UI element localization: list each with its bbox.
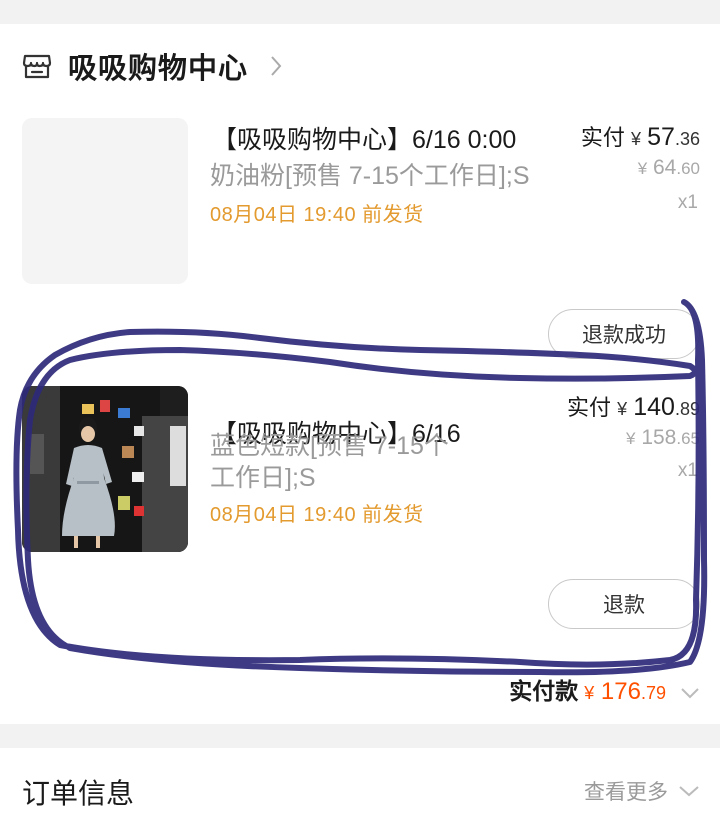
order-info-title: 订单信息 xyxy=(22,778,135,809)
ship-time: 08月04日 19:40 前发货 xyxy=(210,204,424,226)
currency-symbol: ¥ xyxy=(584,683,595,703)
shop-name: 吸吸购物中心 xyxy=(68,53,249,85)
original-price: ¥ 158.65 xyxy=(626,426,700,450)
paid-label: 实付 xyxy=(566,395,611,420)
product-image-placeholder[interactable] xyxy=(22,118,188,284)
paid-dec: .89 xyxy=(674,399,700,419)
order-card: 吸吸购物中心 【吸吸购物中心】6/16 0:00 奶油粉[预售 7-15个工作日… xyxy=(0,24,720,724)
paid-label: 实付 xyxy=(580,125,625,150)
product-photo xyxy=(22,386,188,552)
paid-price: 实付 ¥ 140.89 xyxy=(567,390,700,422)
order-info-bar: 订单信息 查看更多 xyxy=(0,748,720,818)
total-int: 176 xyxy=(600,678,641,705)
paid-int: 140 xyxy=(633,393,675,421)
chevron-right-icon xyxy=(271,56,282,76)
chevron-down-icon xyxy=(679,786,699,797)
currency-symbol: ¥ xyxy=(637,159,648,178)
total-value: ¥ 176.79 xyxy=(584,678,666,706)
quantity: x1 xyxy=(677,192,698,213)
original-price: ¥ 64.60 xyxy=(638,156,700,180)
refund-button[interactable]: 退款 xyxy=(548,579,700,629)
view-more-label: 查看更多 xyxy=(584,781,668,804)
orig-dec: .60 xyxy=(676,159,700,178)
paid-price: 实付 ¥ 57.36 xyxy=(581,120,700,152)
item-title[interactable]: 【吸吸购物中心】6/16 0:00 xyxy=(212,120,516,156)
orig-dec: .65 xyxy=(676,429,700,448)
quantity: x1 xyxy=(677,460,698,481)
shop-header[interactable]: 吸吸购物中心 xyxy=(22,46,284,86)
orig-int: 64 xyxy=(653,156,677,179)
store-icon xyxy=(22,54,52,79)
paid-int: 57 xyxy=(647,123,675,151)
currency-symbol: ¥ xyxy=(626,429,636,448)
ship-time: 08月04日 19:40 前发货 xyxy=(210,504,424,526)
chevron-down-icon xyxy=(681,688,699,699)
refund-success-button[interactable]: 退款成功 xyxy=(548,309,700,359)
item-description: 蓝色短款[预售 7-15个工作日];S xyxy=(210,432,449,492)
view-more-link[interactable]: 查看更多 xyxy=(584,776,700,806)
orig-int: 158 xyxy=(641,426,677,449)
total-paid[interactable]: 实付款 ¥ 176.79 xyxy=(509,672,700,706)
item-description: 奶油粉[预售 7-15个工作日];S xyxy=(210,162,530,190)
total-label: 实付款 xyxy=(509,678,579,704)
paid-dec: .36 xyxy=(674,129,700,149)
currency-symbol: ¥ xyxy=(631,129,642,149)
total-dec: .79 xyxy=(640,683,666,703)
product-image[interactable] xyxy=(22,386,188,552)
currency-symbol: ¥ xyxy=(617,399,628,419)
